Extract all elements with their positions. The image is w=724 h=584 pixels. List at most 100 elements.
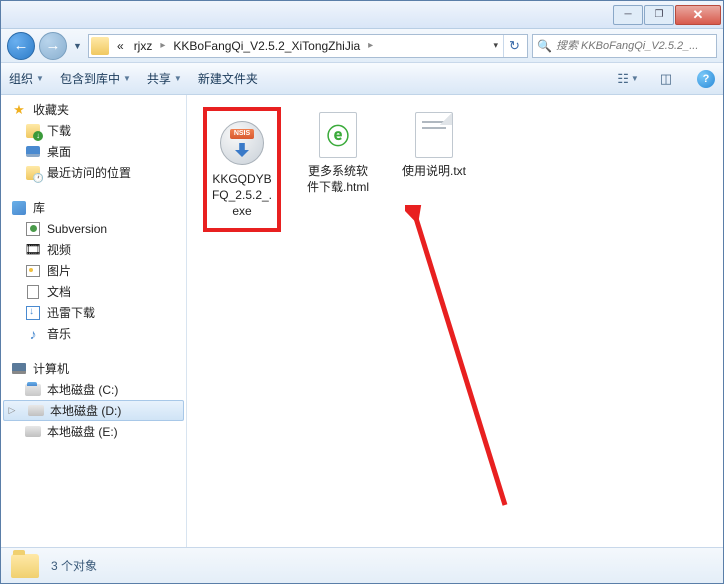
libraries-label: 库 <box>33 199 45 216</box>
sidebar-item-drive-e[interactable]: 本地磁盘 (E:) <box>1 421 186 442</box>
nav-bar: ← → ▼ « rjxz ▸ KKBoFangQi_V2.5.2_XiTongZ… <box>1 29 723 63</box>
close-button[interactable]: ✕ <box>675 5 721 25</box>
tree-label: 视频 <box>47 241 71 258</box>
back-button[interactable]: ← <box>7 32 35 60</box>
tree-label: 本地磁盘 (E:) <box>47 423 118 440</box>
titlebar: ─ ❐ ✕ <box>1 1 723 29</box>
file-item-exe[interactable]: NSIS KKGQDYBFQ_2.5.2_.exe <box>203 107 281 232</box>
breadcrumb-caret[interactable]: ▸ <box>158 40 167 51</box>
annotation-arrow <box>405 205 525 525</box>
nav-history-dropdown[interactable]: ▼ <box>71 32 84 60</box>
favorites-group: ★ 收藏夹 下载 桌面 最近访问的位置 <box>1 99 186 183</box>
computer-root[interactable]: 计算机 <box>1 358 186 379</box>
downloads-icon <box>26 124 40 138</box>
breadcrumb-caret[interactable]: ▸ <box>366 40 375 51</box>
address-bar[interactable]: « rjxz ▸ KKBoFangQi_V2.5.2_XiTongZhiJia … <box>88 34 528 58</box>
view-options-button[interactable]: ☷▼ <box>617 68 639 90</box>
share-menu[interactable]: 共享▼ <box>147 70 182 87</box>
chevron-down-icon: ▼ <box>123 74 131 83</box>
file-label: 使用说明.txt <box>402 163 466 179</box>
favorites-label: 收藏夹 <box>33 101 69 118</box>
minimize-button[interactable]: ─ <box>613 5 643 25</box>
exe-icon: NSIS <box>218 119 266 167</box>
file-label: 更多系统软件下载.html <box>303 163 373 195</box>
computer-group: 计算机 本地磁盘 (C:) ▷ 本地磁盘 (D:) 本地磁盘 (E:) <box>1 358 186 442</box>
sidebar-item-recent[interactable]: 最近访问的位置 <box>1 162 186 183</box>
organize-menu[interactable]: 组织▼ <box>9 70 44 87</box>
desktop-icon <box>26 146 40 157</box>
libraries-icon <box>12 201 26 215</box>
tree-label: 音乐 <box>47 325 71 342</box>
status-text: 3 个对象 <box>51 557 97 574</box>
html-icon: ⓔ <box>314 111 362 159</box>
help-button[interactable]: ? <box>697 70 715 88</box>
sidebar-item-subversion[interactable]: Subversion <box>1 218 186 239</box>
address-dropdown[interactable]: ▾ <box>490 40 501 51</box>
forward-arrow-icon: → <box>46 38 61 53</box>
expand-caret-icon[interactable]: ▷ <box>6 405 18 416</box>
folder-icon <box>11 554 39 578</box>
search-box[interactable]: 🔍 <box>532 34 717 58</box>
chevron-down-icon: ▼ <box>36 74 44 83</box>
tree-label: 本地磁盘 (D:) <box>50 402 121 419</box>
video-icon: 🎞 <box>25 242 41 258</box>
svn-icon <box>26 222 40 236</box>
favorites-root[interactable]: ★ 收藏夹 <box>1 99 186 120</box>
include-in-library-menu[interactable]: 包含到库中▼ <box>60 70 131 87</box>
libraries-group: 库 Subversion 🎞 视频 图片 文档 迅雷下载 ♪音乐 <box>1 197 186 344</box>
documents-icon <box>27 285 39 299</box>
pictures-icon <box>26 265 40 277</box>
file-label: KKGQDYBFQ_2.5.2_.exe <box>209 171 275 220</box>
file-item-txt[interactable]: 使用说明.txt <box>395 107 473 183</box>
maximize-button[interactable]: ❐ <box>644 5 674 25</box>
include-label: 包含到库中 <box>60 70 120 87</box>
tree-label: 桌面 <box>47 143 71 160</box>
sidebar-item-documents[interactable]: 文档 <box>1 281 186 302</box>
sidebar-item-desktop[interactable]: 桌面 <box>1 141 186 162</box>
preview-pane-button[interactable]: ◫ <box>655 68 677 90</box>
sidebar-item-drive-c[interactable]: 本地磁盘 (C:) <box>1 379 186 400</box>
tree-label: Subversion <box>47 222 107 236</box>
sidebar-item-pictures[interactable]: 图片 <box>1 260 186 281</box>
organize-label: 组织 <box>9 70 33 87</box>
status-bar: 3 个对象 <box>1 547 723 583</box>
forward-button[interactable]: → <box>39 32 67 60</box>
breadcrumb-seg-rjxz[interactable]: rjxz <box>130 39 157 53</box>
txt-icon <box>410 111 458 159</box>
tree-label: 文档 <box>47 283 71 300</box>
file-item-html[interactable]: ⓔ 更多系统软件下载.html <box>299 107 377 199</box>
tree-label: 图片 <box>47 262 71 279</box>
chevron-down-icon: ▼ <box>174 74 182 83</box>
command-bar: 组织▼ 包含到库中▼ 共享▼ 新建文件夹 ☷▼ ◫ ? <box>1 63 723 95</box>
sidebar-item-drive-d[interactable]: ▷ 本地磁盘 (D:) <box>3 400 184 421</box>
newfolder-label: 新建文件夹 <box>198 70 258 87</box>
breadcrumb-seg-folder[interactable]: KKBoFangQi_V2.5.2_XiTongZhiJia <box>169 39 364 53</box>
computer-icon <box>12 363 26 374</box>
xunlei-icon <box>26 306 40 320</box>
libraries-root[interactable]: 库 <box>1 197 186 218</box>
refresh-button[interactable]: ↻ <box>503 35 525 57</box>
search-input[interactable] <box>556 40 712 52</box>
breadcrumb-prefix[interactable]: « <box>113 39 128 53</box>
down-arrow-icon <box>235 143 249 157</box>
nsis-badge: NSIS <box>230 129 254 139</box>
star-icon: ★ <box>11 102 27 118</box>
new-folder-button[interactable]: 新建文件夹 <box>198 70 258 87</box>
recent-icon <box>26 166 40 180</box>
sidebar-item-music[interactable]: ♪音乐 <box>1 323 186 344</box>
computer-label: 计算机 <box>33 360 69 377</box>
share-label: 共享 <box>147 70 171 87</box>
window-controls: ─ ❐ ✕ <box>613 5 721 25</box>
sidebar-item-xunlei[interactable]: 迅雷下载 <box>1 302 186 323</box>
drive-icon <box>25 426 41 437</box>
tree-label: 最近访问的位置 <box>47 164 131 181</box>
navigation-pane: ★ 收藏夹 下载 桌面 最近访问的位置 库 Subversion 🎞 视频 图片 … <box>1 95 187 547</box>
explorer-window: ─ ❐ ✕ ← → ▼ « rjxz ▸ KKBoFangQi_V2.5.2_X… <box>0 0 724 584</box>
drive-icon <box>25 384 41 396</box>
back-arrow-icon: ← <box>14 38 29 53</box>
file-list-pane[interactable]: NSIS KKGQDYBFQ_2.5.2_.exe ⓔ 更多系统软件下载.htm… <box>187 95 723 547</box>
sidebar-item-downloads[interactable]: 下载 <box>1 120 186 141</box>
folder-icon <box>91 37 109 55</box>
sidebar-item-videos[interactable]: 🎞 视频 <box>1 239 186 260</box>
search-icon: 🔍 <box>537 39 552 53</box>
